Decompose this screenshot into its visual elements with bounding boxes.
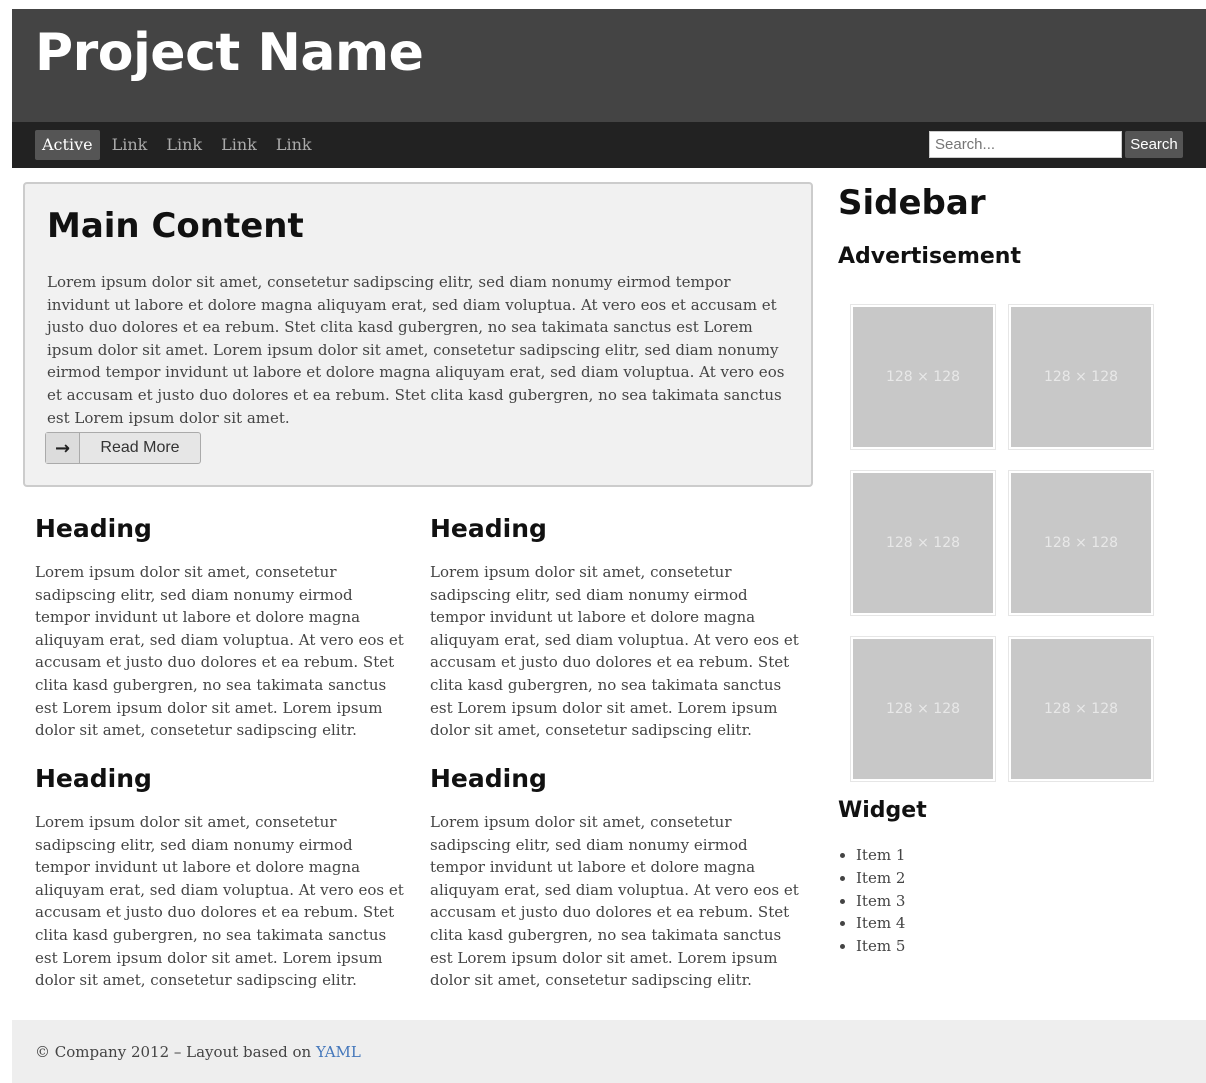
search-button[interactable]: Search: [1125, 131, 1183, 158]
nav-item-link[interactable]: Link: [269, 130, 319, 160]
teaser-heading: Heading: [35, 764, 152, 793]
teaser-heading: Heading: [430, 514, 547, 543]
teaser-text: Lorem ipsum dolor sit amet, consetetur s…: [35, 813, 404, 990]
ad-placeholder: 128 × 128: [1011, 307, 1151, 447]
ad-placeholder: 128 × 128: [1011, 473, 1151, 613]
teaser-text: Lorem ipsum dolor sit amet, consetetur s…: [430, 813, 799, 990]
search-input[interactable]: [929, 131, 1122, 158]
nav-item-link[interactable]: Link: [105, 130, 155, 160]
ad-banner[interactable]: 128 × 128: [850, 304, 996, 450]
widget-title: Widget: [838, 798, 927, 823]
nav-item-active[interactable]: Active: [35, 130, 100, 160]
nav-list: Active Link Link Link Link: [35, 130, 324, 160]
sidebar: Sidebar Advertisement 128 × 128 128 × 12…: [838, 183, 1178, 955]
widget-list: Item 1 Item 2 Item 3 Item 4 Item 5: [838, 844, 1138, 958]
ad-placeholder: 128 × 128: [853, 307, 993, 447]
site-title[interactable]: Project Name: [35, 23, 424, 83]
read-more-button[interactable]: → Read More: [45, 432, 201, 464]
teaser-text: Lorem ipsum dolor sit amet, consetetur s…: [35, 563, 404, 740]
main-title: Main Content: [47, 206, 304, 246]
widget-item: Item 1: [856, 844, 1138, 867]
ad-banner[interactable]: 128 × 128: [850, 470, 996, 616]
search-form: Search: [929, 131, 1183, 158]
footer-yaml-link[interactable]: YAML: [316, 1043, 361, 1061]
ad-placeholder: 128 × 128: [1011, 639, 1151, 779]
advertisement-title: Advertisement: [838, 244, 1021, 269]
nav-item-link[interactable]: Link: [214, 130, 264, 160]
ad-banner[interactable]: 128 × 128: [850, 636, 996, 782]
widget: Widget Item 1 Item 2 Item 3 Item 4 Item …: [838, 798, 1138, 958]
sidebar-title: Sidebar: [838, 183, 986, 223]
widget-item: Item 3: [856, 890, 1138, 913]
ad-banner[interactable]: 128 × 128: [1008, 470, 1154, 616]
navbar: Active Link Link Link Link Search: [12, 122, 1206, 168]
main-text: Lorem ipsum dolor sit amet, consetetur s…: [47, 273, 785, 427]
ad-banner[interactable]: 128 × 128: [1008, 636, 1154, 782]
masthead: Project Name: [12, 9, 1206, 122]
main-content-box: Main Content Lorem ipsum dolor sit amet,…: [23, 182, 813, 487]
teaser-text: Lorem ipsum dolor sit amet, consetetur s…: [430, 563, 799, 740]
ad-grid: 128 × 128 128 × 128 128 × 128 128 × 128 …: [838, 295, 1158, 785]
ad-placeholder: 128 × 128: [853, 473, 993, 613]
footer-copyright: © Company 2012 – Layout based on: [35, 1043, 316, 1061]
teaser-heading: Heading: [35, 514, 152, 543]
widget-item: Item 5: [856, 935, 1138, 958]
teaser: Heading Lorem ipsum dolor sit amet, cons…: [35, 764, 407, 992]
widget-item: Item 4: [856, 912, 1138, 935]
arrow-right-icon: →: [46, 433, 80, 463]
teaser: Heading Lorem ipsum dolor sit amet, cons…: [430, 764, 802, 992]
footer-text: © Company 2012 – Layout based on YAML: [35, 1043, 361, 1061]
teaser: Heading Lorem ipsum dolor sit amet, cons…: [35, 514, 407, 742]
ad-placeholder: 128 × 128: [853, 639, 993, 779]
read-more-label: Read More: [100, 439, 180, 456]
teaser-heading: Heading: [430, 764, 547, 793]
widget-item: Item 2: [856, 867, 1138, 890]
footer: © Company 2012 – Layout based on YAML: [12, 1020, 1206, 1083]
teaser: Heading Lorem ipsum dolor sit amet, cons…: [430, 514, 802, 742]
ad-banner[interactable]: 128 × 128: [1008, 304, 1154, 450]
nav-item-link[interactable]: Link: [159, 130, 209, 160]
